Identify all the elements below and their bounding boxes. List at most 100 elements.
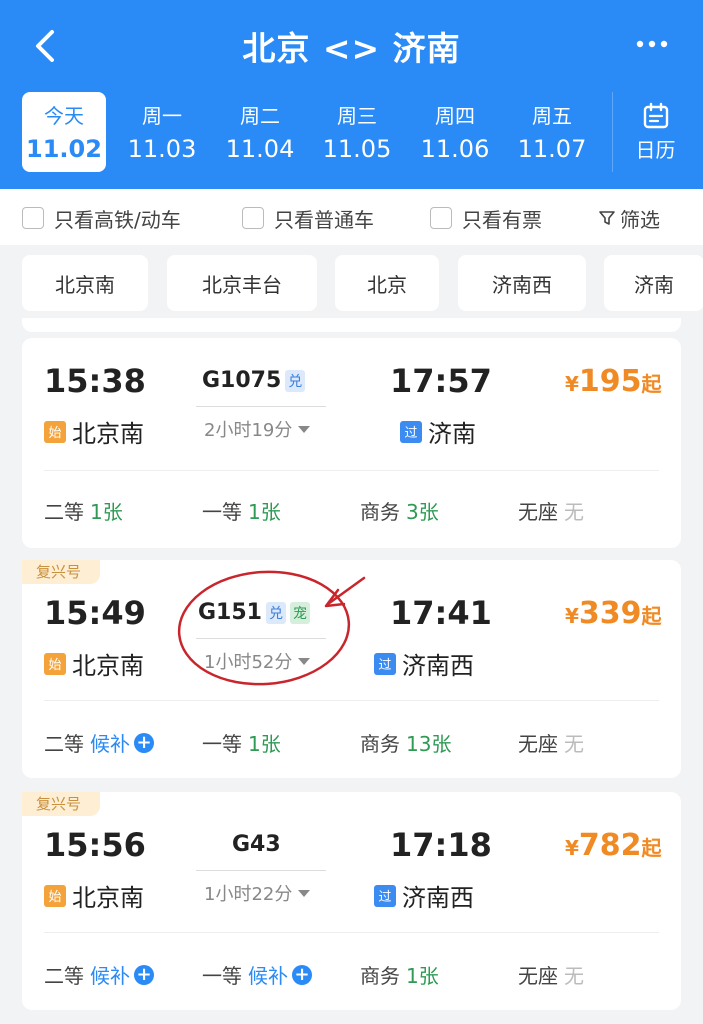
train-underline (196, 870, 326, 871)
price-value: 339 (578, 596, 642, 631)
more-button[interactable] (632, 26, 672, 66)
date-tab[interactable]: 周四 11.06 (413, 92, 497, 172)
calendar-icon (643, 102, 668, 129)
date-weekday: 周四 (435, 104, 475, 128)
price-symbol: ¥ (565, 604, 579, 628)
fuxing-tag: 复兴号 (22, 560, 100, 584)
train-card[interactable]: 15:38 始 北京南 G1075 兑 2小时19分 17:57 过 济南 ¥ … (22, 338, 681, 548)
seat-value: 无 (564, 500, 584, 524)
filter-normal-checkbox[interactable]: 只看普通车 (242, 203, 374, 233)
seat-value: 1张 (248, 500, 281, 524)
seat-no-seat: 无座 无 (518, 496, 584, 525)
date-value: 11.06 (420, 135, 490, 163)
pass-badge: 过 (400, 420, 422, 443)
date-value: 11.07 (517, 135, 587, 163)
duration[interactable]: 1小时52分 (204, 648, 311, 674)
plus-circle-icon[interactable]: + (134, 964, 154, 985)
depart-station-name: 北京南 (72, 652, 144, 680)
station-chip[interactable]: 北京南 (22, 255, 148, 311)
seat-label: 一等 (202, 732, 242, 756)
date-weekday: 今天 (44, 104, 84, 128)
seat-first-class: 一等 1张 (202, 496, 281, 525)
filter-high-speed-checkbox[interactable]: 只看高铁/动车 (22, 203, 181, 233)
date-value: 11.02 (26, 135, 102, 163)
seat-value: 13张 (406, 732, 452, 756)
seat-business-class: 商务 3张 (360, 496, 439, 525)
duration-text: 1小时22分 (204, 884, 293, 905)
seat-value: 3张 (406, 500, 439, 524)
duration[interactable]: 2小时19分 (204, 416, 311, 442)
train-underline (196, 406, 326, 407)
train-card[interactable]: 复兴号 15:56 始 北京南 G43 1小时22分 17:18 过 济南西 ¥… (22, 792, 681, 1010)
seat-label: 无座 (518, 732, 558, 756)
station-chip[interactable]: 济南 (604, 255, 703, 311)
station-chip[interactable]: 北京丰台 (167, 255, 317, 311)
train-card[interactable]: 复兴号 15:49 始 北京南 G151 兑 宠 1小时52分 17:41 过 … (22, 560, 681, 778)
date-strip: 今天 11.02 周一 11.03 周二 11.04 周三 11.05 周四 1… (0, 92, 703, 172)
seat-business-class: 商务 13张 (360, 728, 451, 757)
seat-value: 1张 (406, 964, 439, 988)
seat-label: 商务 (360, 732, 400, 756)
station-chip[interactable]: 济南西 (458, 255, 586, 311)
price-suffix: 起 (641, 604, 662, 628)
seat-label: 二等 (44, 964, 84, 988)
date-tab[interactable]: 周二 11.04 (218, 92, 302, 172)
date-tab-today[interactable]: 今天 11.02 (22, 92, 106, 172)
train-number-text: G151 (198, 600, 262, 625)
depart-station-name: 北京南 (72, 884, 144, 912)
filter-bar: 只看高铁/动车 只看普通车 只看有票 筛选 (0, 189, 703, 245)
card-divider (44, 470, 659, 471)
calendar-button[interactable]: 日历 (612, 92, 698, 172)
date-weekday: 周二 (240, 104, 280, 128)
seat-value: 候补 (90, 732, 130, 756)
checkbox-box[interactable] (242, 207, 264, 229)
arrive-station: 过 济南西 (374, 878, 474, 913)
date-tab[interactable]: 周一 11.03 (120, 92, 204, 172)
filter-button[interactable]: 筛选 (598, 203, 660, 233)
arrive-station-name: 济南西 (402, 884, 474, 912)
pass-badge: 过 (374, 652, 396, 675)
seat-no-seat: 无座 无 (518, 728, 584, 757)
arrive-time: 17:18 (390, 826, 492, 864)
seat-value: 1张 (90, 500, 123, 524)
seat-label: 商务 (360, 964, 400, 988)
checkbox-box[interactable] (22, 207, 44, 229)
redeem-chip: 兑 (285, 369, 306, 392)
funnel-icon (599, 211, 615, 225)
seat-business-class: 商务 1张 (360, 960, 439, 989)
date-value: 11.04 (225, 135, 295, 163)
seat-value: 1张 (248, 732, 281, 756)
start-badge: 始 (44, 652, 66, 675)
seat-first-class[interactable]: 一等 候补 + (202, 960, 312, 989)
price-suffix: 起 (641, 372, 662, 396)
caret-down-icon (298, 657, 311, 665)
price-value: 782 (578, 828, 642, 863)
date-tab[interactable]: 周五 11.07 (510, 92, 594, 172)
checkbox-box[interactable] (430, 207, 452, 229)
date-weekday: 周五 (532, 104, 572, 128)
seat-label: 一等 (202, 964, 242, 988)
seat-value: 无 (564, 964, 584, 988)
duration[interactable]: 1小时22分 (204, 880, 311, 906)
arrive-station: 过 济南 (400, 414, 476, 449)
price-suffix: 起 (641, 836, 662, 860)
seat-second-class[interactable]: 二等 候补 + (44, 728, 154, 757)
plus-circle-icon[interactable]: + (134, 732, 154, 753)
redeem-chip: 兑 (265, 601, 286, 624)
seat-label: 商务 (360, 500, 400, 524)
date-tab[interactable]: 周三 11.05 (315, 92, 399, 172)
filter-label: 筛选 (620, 207, 660, 232)
seat-label: 一等 (202, 500, 242, 524)
top-header: 北京 <> 济南 今天 11.02 周一 11.03 周二 11.04 周三 1… (0, 0, 703, 189)
filter-available-checkbox[interactable]: 只看有票 (430, 203, 542, 233)
start-badge: 始 (44, 884, 66, 907)
seat-second-class[interactable]: 二等 候补 + (44, 960, 154, 989)
more-dots-icon (636, 40, 668, 48)
depart-station-name: 北京南 (72, 420, 144, 448)
duration-text: 2小时19分 (204, 420, 293, 441)
checkbox-label: 只看高铁/动车 (54, 207, 181, 232)
duration-text: 1小时52分 (204, 652, 293, 673)
plus-circle-icon[interactable]: + (292, 964, 312, 985)
station-chip[interactable]: 北京 (335, 255, 439, 311)
page-title: 北京 <> 济南 (242, 29, 461, 68)
